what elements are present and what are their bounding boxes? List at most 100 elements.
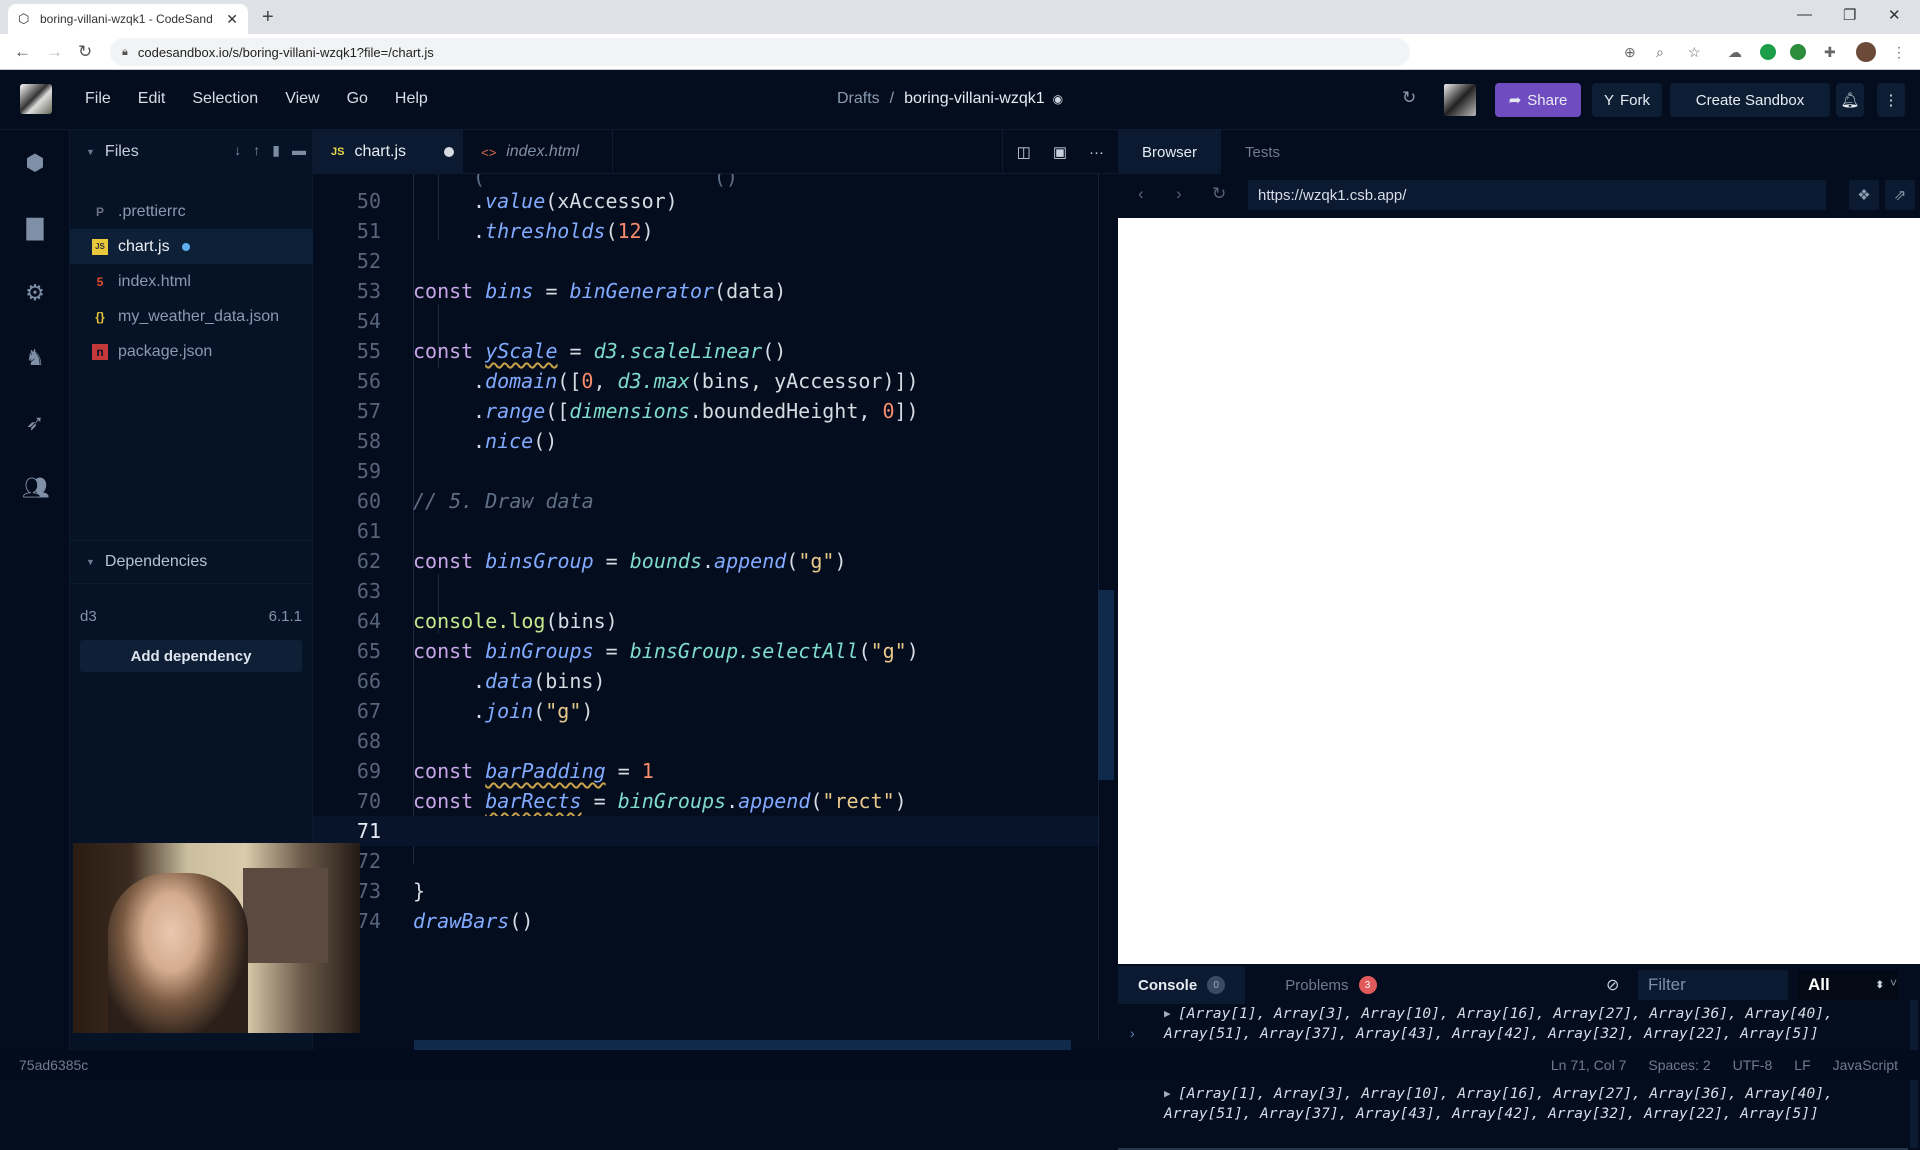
menu-help[interactable]: Help [395,90,428,108]
avatar[interactable] [1444,84,1476,116]
gear-icon[interactable]: ⚙ [22,280,48,306]
tab-index-html[interactable]: <> index.html [463,130,613,174]
menu-view[interactable]: View [285,90,319,108]
download-icon[interactable]: ↓ [234,142,241,159]
preview-forward-icon[interactable]: › [1176,184,1182,204]
encoding[interactable]: UTF-8 [1733,1057,1773,1073]
forward-icon[interactable]: → [46,42,63,62]
log-level-select[interactable]: All ⬍ [1798,970,1898,1000]
minimize-icon[interactable]: — [1797,6,1812,23]
explorer-toolbar: ↓ ↑ ▮ ▬ [234,142,306,159]
file-index-html[interactable]: 5 index.html [70,264,313,299]
menu-edit[interactable]: Edit [138,90,166,108]
code-line: 62 const binsGroup = bounds.append("g") [313,546,1098,576]
preview-url-input[interactable]: https://wzqk1.csb.app/ [1248,180,1826,210]
dependency-item[interactable]: d3 6.1.1 [80,608,302,625]
close-window-icon[interactable]: ✕ [1888,6,1901,24]
address-url: codesandbox.io/s/boring-villani-wzqk1?fi… [137,44,434,60]
upload-icon[interactable]: ↑ [253,142,260,159]
cloud-icon[interactable]: ☁ [1728,44,1742,61]
share-button[interactable]: ➦ Share [1495,83,1581,117]
open-new-window-button[interactable]: ⇗ [1885,180,1915,210]
split-editor-icon[interactable]: ◫ [1017,143,1031,161]
add-dependency-button[interactable]: Add dependency [80,640,302,672]
new-file-icon[interactable]: ▮ [272,142,280,159]
line-ending[interactable]: LF [1794,1057,1810,1073]
code-token: = [533,279,570,303]
user-logo[interactable] [20,84,52,114]
fork-button[interactable]: Y Fork [1592,83,1662,117]
code-token: .nice() [473,426,557,456]
code-editor[interactable]: ( () 50 .value(xAccessor) 51 .thresholds(1… [313,174,1098,1040]
close-tab-icon[interactable]: ✕ [226,11,238,28]
code-token: d3.max [617,369,690,393]
new-tab-button[interactable]: + [262,6,274,29]
code-token: () [762,339,787,363]
cube-icon[interactable]: ⬢ [22,150,48,176]
horizontal-scrollbar[interactable] [414,1040,1071,1050]
breadcrumb-drafts[interactable]: Drafts [837,90,880,107]
rocket-icon[interactable]: ➶ [22,410,48,436]
fork-icon: Y [1603,91,1614,109]
reload-icon[interactable]: ↻ [78,42,92,62]
browser-tab[interactable]: ⬡ boring-villani-wzqk1 - CodeSand ✕ [8,4,248,34]
file-prettierrc[interactable]: P .prettierrc [70,194,313,229]
more-actions-icon[interactable]: ··· [1089,144,1104,161]
new-folder-icon[interactable]: ▬ [292,142,306,159]
preview-reload-icon[interactable]: ↻ [1212,184,1226,204]
sandbox-name[interactable]: boring-villani-wzqk1 [904,90,1045,107]
globe-icon[interactable]: ◉ [1053,92,1063,106]
console-filter-input[interactable]: Filter [1638,970,1788,1000]
puzzle-icon[interactable]: ✚ [1824,44,1836,61]
menu-file[interactable]: File [85,90,111,108]
create-sandbox-button[interactable]: Create Sandbox [1670,83,1830,117]
zoom-icon[interactable]: ⌕ [1656,44,1664,61]
restore-icon[interactable]: ❐ [1843,6,1856,24]
address-bar[interactable]: 🔒︎ codesandbox.io/s/boring-villani-wzqk1… [110,38,1410,66]
star-icon[interactable]: ☆ [1688,44,1701,61]
code-token: thresholds [485,219,606,243]
code-token: "g" [870,639,907,663]
menu-selection[interactable]: Selection [192,90,258,108]
chrome-menu-icon[interactable]: ⋮ [1892,44,1906,61]
notifications-button[interactable]: 🔔︎ [1836,83,1864,117]
minimap-slider[interactable] [1098,590,1114,780]
indentation[interactable]: Spaces: 2 [1648,1057,1710,1073]
collapse-console-icon[interactable]: ˅ [1890,976,1897,990]
tab-problems[interactable]: Problems 3 [1245,966,1396,1004]
users-icon[interactable]: 👥︎ [22,475,50,501]
tab-browser[interactable]: Browser [1118,130,1222,174]
install-icon[interactable]: ⊕ [1624,44,1636,61]
extension-icon[interactable] [1790,44,1806,60]
console-log-entry[interactable]: ▶ [Array[1], Array[3], Array[10], Array[1… [1118,1084,1908,1124]
menu-go[interactable]: Go [347,90,368,108]
back-icon[interactable]: ← [14,42,31,62]
js-icon: JS [92,238,108,255]
cursor-position[interactable]: Ln 71, Col 7 [1551,1057,1627,1073]
file-icon[interactable]: ▇ [22,215,48,241]
preview-back-icon[interactable]: ‹ [1138,184,1144,204]
dependencies-header[interactable]: ▼ Dependencies [70,540,313,584]
console-input[interactable]: › [1118,1018,1920,1048]
more-menu-button[interactable]: ⋮ [1877,83,1905,117]
github-icon[interactable]: ♞ [22,345,48,371]
unsaved-indicator[interactable] [444,147,455,157]
preview-icon[interactable]: ▣ [1053,143,1067,161]
code-token: data [485,669,534,693]
file-package-json[interactable]: n package.json [70,334,313,369]
preview-devtools-button[interactable]: ❖ [1849,180,1879,210]
language-mode[interactable]: JavaScript [1833,1057,1898,1073]
preview-iframe[interactable] [1118,218,1920,964]
file-weather-json[interactable]: {} my_weather_data.json [70,299,313,334]
tab-tests[interactable]: Tests [1221,130,1304,174]
tab-console[interactable]: Console 0 [1118,966,1246,1004]
select-arrows-icon: ⬍ [1875,979,1884,991]
extension-icon[interactable] [1760,44,1776,60]
code-token: .join("g") [473,696,593,726]
file-chart-js[interactable]: JS chart.js [70,229,313,264]
profile-avatar[interactable] [1856,42,1876,62]
clear-console-icon[interactable]: ⊘ [1606,975,1619,995]
tab-chart-js[interactable]: JS chart.js [313,130,463,174]
refresh-icon[interactable]: ↻ [1402,88,1416,108]
expand-triangle-icon[interactable]: ▶ [1164,1084,1171,1104]
